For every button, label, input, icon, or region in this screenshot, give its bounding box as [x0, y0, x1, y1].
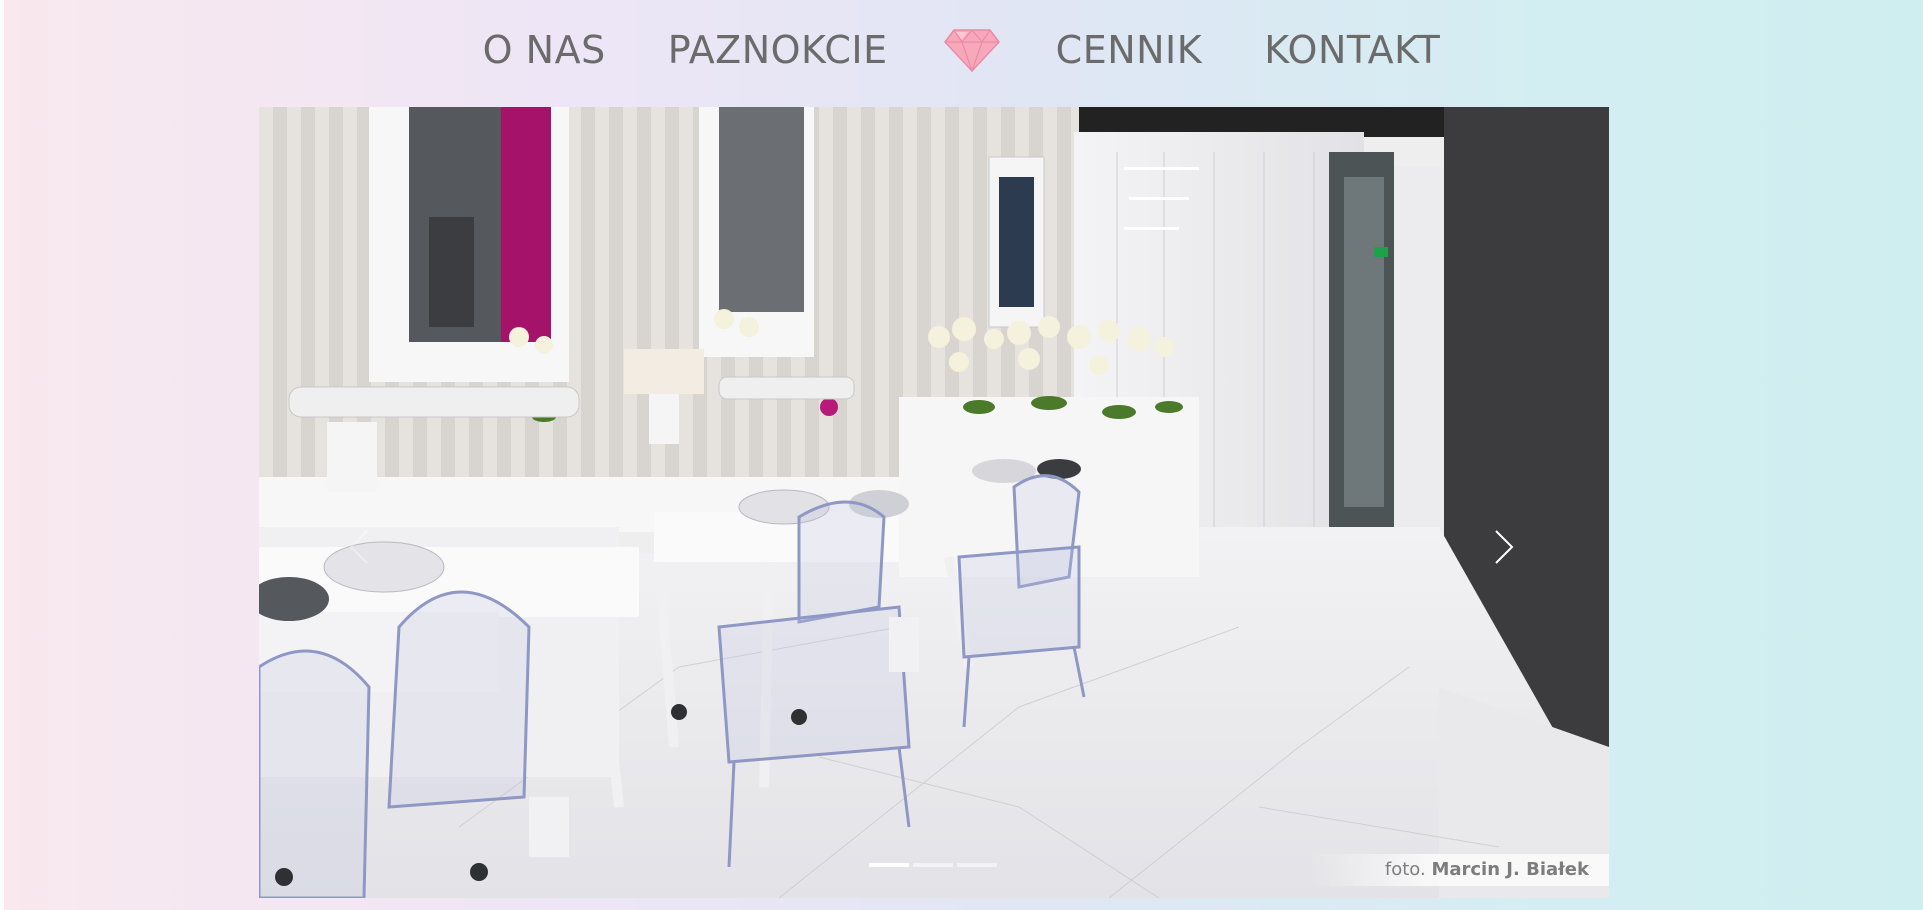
photo-credit-name: Marcin J. Białek [1431, 859, 1589, 880]
chevron-left-icon [349, 530, 368, 564]
slider-dot-1[interactable] [869, 863, 909, 867]
slider-next-button[interactable] [1489, 522, 1519, 572]
photo-credit: foto. Marcin J. Białek [1385, 859, 1589, 880]
slider-prev-button[interactable] [344, 522, 374, 572]
page-left-edge [0, 0, 4, 910]
main-navigation: O NAS PAZNOKCIE CENNIK KONTAKT [0, 0, 1923, 100]
nav-item-paznokcie[interactable]: PAZNOKCIE [668, 28, 888, 72]
slider-dot-3[interactable] [957, 863, 997, 867]
nav-item-kontakt[interactable]: KONTAKT [1264, 28, 1440, 72]
salon-photo [259, 107, 1609, 898]
diamond-icon[interactable] [943, 27, 1000, 73]
nav-item-o-nas[interactable]: O NAS [483, 28, 606, 72]
photo-credit-prefix: foto. [1384, 859, 1426, 880]
slider-dots [869, 863, 997, 867]
nav-item-cennik[interactable]: CENNIK [1056, 28, 1203, 72]
chevron-right-icon [1495, 530, 1514, 564]
image-slider[interactable]: foto. Marcin J. Białek [259, 107, 1609, 898]
slider-dot-2[interactable] [913, 863, 953, 867]
